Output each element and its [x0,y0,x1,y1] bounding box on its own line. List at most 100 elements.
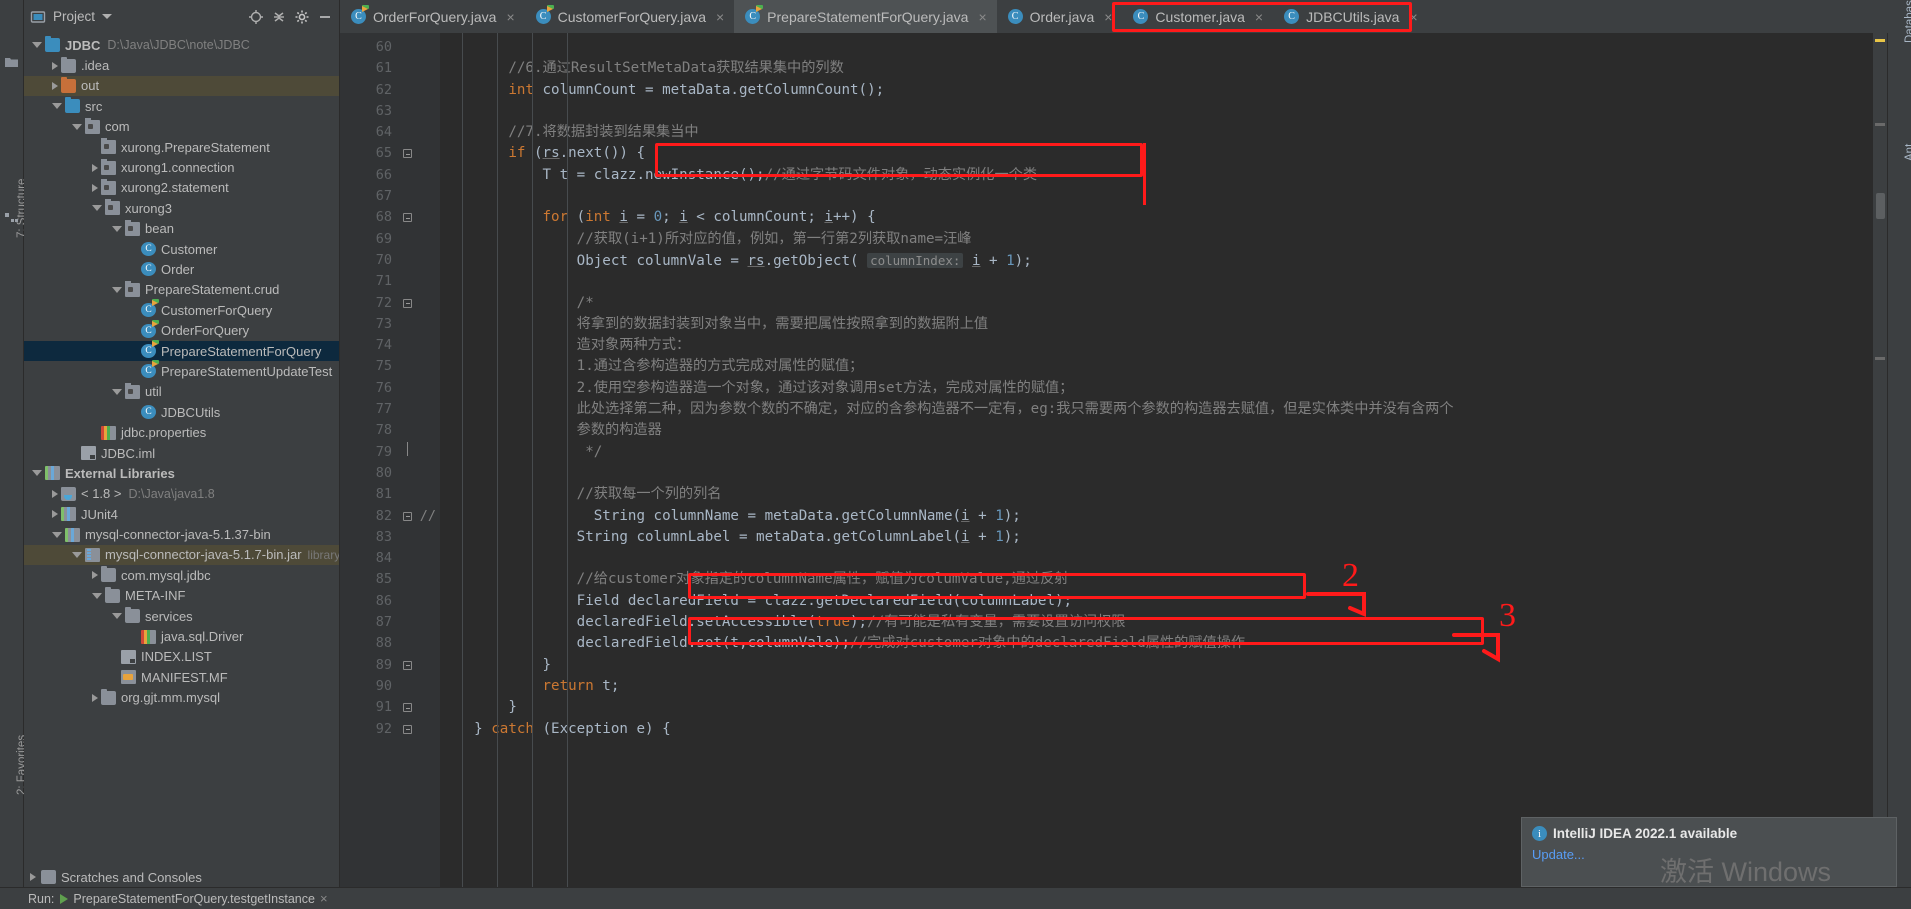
tree-item-out[interactable]: out [24,75,339,97]
code-line[interactable]: 1.通过含参构造器的方式完成对属性的赋值； [440,356,1873,377]
code-line[interactable]: String columnName = metaData.getColumnNa… [440,506,1873,527]
run-play-icon[interactable] [60,893,69,904]
tree-item-1-8[interactable]: < 1.8 > D:\Java\java1.8 [24,484,339,504]
editor-tab-5[interactable]: C JDBCUtils.java × [1273,0,1428,33]
tree-item-xurong1-connection[interactable]: xurong1.connection [24,157,339,177]
code-line[interactable]: } [440,697,1873,718]
collapse-arrow-icon[interactable] [112,613,122,620]
tree-item-org-gjt-mm-mysql[interactable]: org.gjt.mm.mysql [24,688,339,708]
tree-item-xurong3[interactable]: xurong3 [24,198,339,218]
project-tree[interactable]: JDBC D:\Java\JDBC\note\JDBC .idea out src com… [24,33,340,887]
editor-tab-4[interactable]: C Customer.java × [1122,0,1273,33]
collapse-all-icon[interactable] [271,9,287,25]
code-line[interactable] [440,548,1873,569]
tree-item-idea[interactable]: .idea [24,55,339,75]
code-line[interactable]: 此处选择第二种，因为参数个数的不确定，对应的含参构造器不一定有，eg:我只需要两… [440,399,1873,420]
code-line[interactable]: Object columnVale = rs.getObject( column… [440,250,1873,271]
tree-item-xurong2-statement[interactable]: xurong2.statement [24,178,339,198]
code-line[interactable]: int columnCount = metaData.getColumnCoun… [440,80,1873,101]
minimize-icon[interactable] [317,9,333,25]
expand-arrow-icon[interactable] [52,489,58,498]
collapse-arrow-icon[interactable] [52,103,62,110]
tree-item-jdbc[interactable]: JDBC D:\Java\JDBC\note\JDBC [24,35,339,55]
tree-item-mysql-connector-java-5-1-7-bin-jar[interactable]: mysql-connector-java-5.1.7-bin.jar librar… [24,544,339,566]
tool-window-button-database[interactable]: Database [1904,0,1911,43]
tree-item-services[interactable]: services [24,606,339,626]
expand-arrow-icon[interactable] [92,571,98,580]
tree-item-bean[interactable]: bean [24,219,339,239]
code-line[interactable]: 将拿到的数据封装到对象当中，需要把属性按照拿到的数据附上值 [440,314,1873,335]
code-line[interactable]: //给customer对象指定的columnName属性，赋值为columVal… [440,569,1873,590]
code-content[interactable]: //6.通过ResultSetMetaData获取结果集中的列数 int col… [440,33,1873,887]
tree-item-junit4[interactable]: JUnit4 [24,504,339,524]
collapse-arrow-icon[interactable] [72,551,82,558]
change-marker[interactable] [1875,123,1885,126]
code-fold-icon[interactable] [403,213,412,223]
expand-arrow-icon[interactable] [52,81,58,90]
code-line[interactable]: 2.使用空参构造器造一个对象，通过该对象调用set方法，完成对属性的赋值； [440,378,1873,399]
expand-arrow-icon[interactable] [30,873,36,881]
editor-scrollbar[interactable] [1873,33,1887,887]
tree-item-external-libraries[interactable]: External Libraries [24,463,339,483]
tree-item-meta-inf[interactable]: META-INF [24,586,339,606]
tree-item-jdbcutils[interactable]: C JDBCUtils [24,402,339,422]
tree-item-preparestatementforquery[interactable]: C PrepareStatementForQuery [24,340,339,362]
code-fold-icon[interactable] [403,660,412,670]
code-editor[interactable]: 60 61 62 63 64 65 66 67 68 69 70 71 72 73 74 75 76 77 78 79… [340,33,1887,887]
editor-tab-0[interactable]: C OrderForQuery.java × [340,0,525,33]
code-line[interactable]: return t; [440,676,1873,697]
tree-item-manifest-mf[interactable]: MANIFEST.MF [24,667,339,687]
code-line[interactable]: //获取(i+1)所对应的值，例如，第一行第2列获取name=汪峰 [440,229,1873,250]
close-icon[interactable]: × [716,9,724,25]
tree-item-order[interactable]: C Order [24,259,339,279]
code-line[interactable]: 造对象两种方式： [440,335,1873,356]
expand-arrow-icon[interactable] [52,61,58,70]
code-line[interactable] [440,463,1873,484]
tree-item-com[interactable]: com [24,117,339,137]
collapse-arrow-icon[interactable] [112,388,122,395]
collapse-arrow-icon[interactable] [112,286,122,293]
code-line[interactable]: Field declaredField = clazz.getDeclaredF… [440,591,1873,612]
code-line[interactable]: /* [440,293,1873,314]
expand-arrow-icon[interactable] [52,510,58,519]
tree-item-util[interactable]: util [24,382,339,402]
tool-window-button-ant[interactable]: Ant [1904,144,1911,161]
tree-item-com-mysql-jdbc[interactable]: com.mysql.jdbc [24,565,339,585]
editor-tab-3[interactable]: C Order.java × [997,0,1123,33]
code-line[interactable]: declaredField.set(t,columnVale);//完成对cus… [440,633,1873,654]
notification-update-link[interactable]: Update... [1532,847,1585,862]
collapse-arrow-icon[interactable] [52,531,62,538]
close-icon[interactable]: × [1255,9,1263,25]
expand-arrow-icon[interactable] [92,183,98,192]
collapse-arrow-icon[interactable] [72,123,82,130]
code-fold-icon[interactable] [403,298,412,308]
expand-arrow-icon[interactable] [92,163,98,172]
tree-item-xurong-preparestatement[interactable]: xurong.PrepareStatement [24,137,339,157]
code-line[interactable]: if (rs.next()) { [440,143,1873,164]
close-icon[interactable]: × [978,9,986,25]
code-line[interactable]: declaredField.setAccessible(true);//有可能是… [440,612,1873,633]
warning-marker[interactable] [1875,39,1885,42]
code-line[interactable] [440,37,1873,58]
tree-item-preparestatement-crud[interactable]: PrepareStatement.crud [24,280,339,300]
tree-item-orderforquery[interactable]: C OrderForQuery [24,319,339,340]
collapse-arrow-icon[interactable] [32,42,42,49]
line-number-gutter[interactable]: 60 61 62 63 64 65 66 67 68 69 70 71 72 73 74 75 76 77 78 79… [340,33,440,887]
collapse-arrow-icon[interactable] [92,592,102,599]
code-line[interactable]: String columnLabel = metaData.getColumnL… [440,527,1873,548]
code-line[interactable]: } [440,655,1873,676]
code-line[interactable] [440,101,1873,122]
code-line[interactable] [440,271,1873,292]
gear-icon[interactable] [294,9,310,25]
close-icon[interactable]: × [1104,9,1112,25]
code-line[interactable]: for (int i = 0; i < columnCount; i++) { [440,207,1873,228]
code-line[interactable]: } catch (Exception e) { [440,719,1873,740]
comment-fold-icon[interactable] [403,511,412,521]
code-fold-tail-icon[interactable] [403,441,412,457]
collapse-arrow-icon[interactable] [32,470,42,477]
code-fold-icon[interactable] [403,724,412,734]
code-line[interactable]: //7.将数据封装到结果集当中 [440,122,1873,143]
tree-item-jdbc-properties[interactable]: jdbc.properties [24,422,339,442]
scrollbar-thumb[interactable] [1876,193,1885,219]
change-marker[interactable] [1875,357,1885,360]
